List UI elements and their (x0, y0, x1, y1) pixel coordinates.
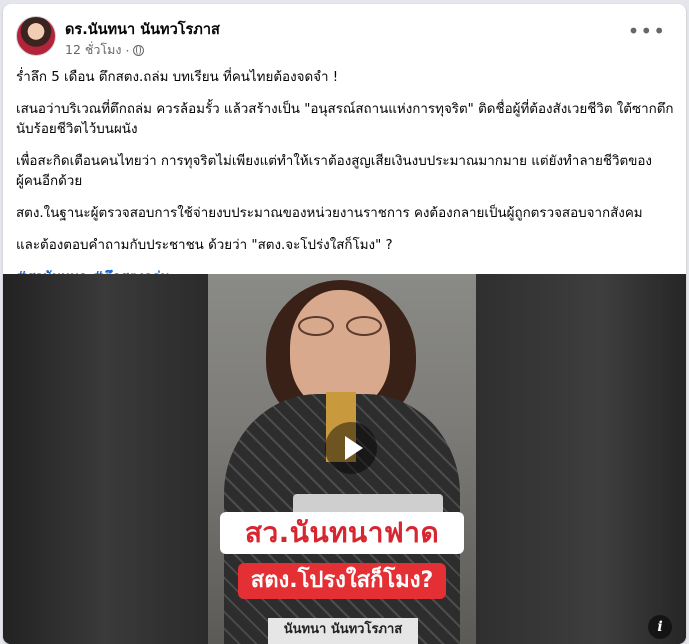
video-frame[interactable]: สว.นันทนาฟาด สตง.โปรงใสก็โมง? นันทนา นัน… (208, 274, 476, 644)
post-meta: 12 ชั่วโมง · (65, 40, 145, 60)
author-name[interactable]: ดร.นันทนา นันทวโรภาส (65, 18, 220, 41)
author-avatar[interactable] (16, 16, 56, 56)
public-globe-icon[interactable] (133, 44, 145, 56)
post-card: ดร.นันทนา นันทวโรภาส 12 ชั่วโมง · ••• ร่… (3, 4, 686, 644)
video-blur-right (476, 274, 686, 644)
video-caption-question: สตง.โปรงใสก็โมง? (238, 563, 446, 599)
post-time[interactable]: 12 ชั่วโมง (65, 40, 121, 60)
speaker-glasses (298, 316, 386, 336)
post-header: ดร.นันทนา นันทวโรภาส 12 ชั่วโมง · ••• (3, 4, 686, 64)
post-paragraph-3: เพื่อสะกิดเตือนคนไทยว่า การทุจริตไม่เพีย… (16, 154, 652, 189)
video-caption-title: สว.นันทนาฟาด (220, 512, 464, 554)
video-caption-name: นันทนา นันทวโรภาส (268, 618, 418, 644)
play-icon[interactable] (325, 422, 377, 474)
video-blur-left (3, 274, 208, 644)
post-paragraph-5: และต้องตอบคำถามกับประชาชน ด้วยว่า "สตง.จ… (16, 238, 393, 253)
meta-separator: · (125, 42, 130, 58)
post-paragraph-1: ร่ำลึก 5 เดือน ตึกสตง.ถล่ม บทเรียน ที่คน… (16, 70, 339, 85)
info-icon[interactable]: i (648, 615, 672, 639)
more-options-icon[interactable]: ••• (628, 21, 666, 41)
post-paragraph-4: สตง.ในฐานะผู้ตรวจสอบการใช้จ่ายงบประมาณขอ… (16, 206, 643, 221)
video-media[interactable]: สว.นันทนาฟาด สตง.โปรงใสก็โมง? นันทนา นัน… (3, 274, 686, 644)
post-paragraph-2: เสนอว่าบริเวณที่ตึกถล่ม ควรล้อมรั้ว แล้ว… (16, 102, 674, 137)
post-body: ร่ำลึก 5 เดือน ตึกสตง.ถล่ม บทเรียน ที่คน… (16, 68, 676, 300)
